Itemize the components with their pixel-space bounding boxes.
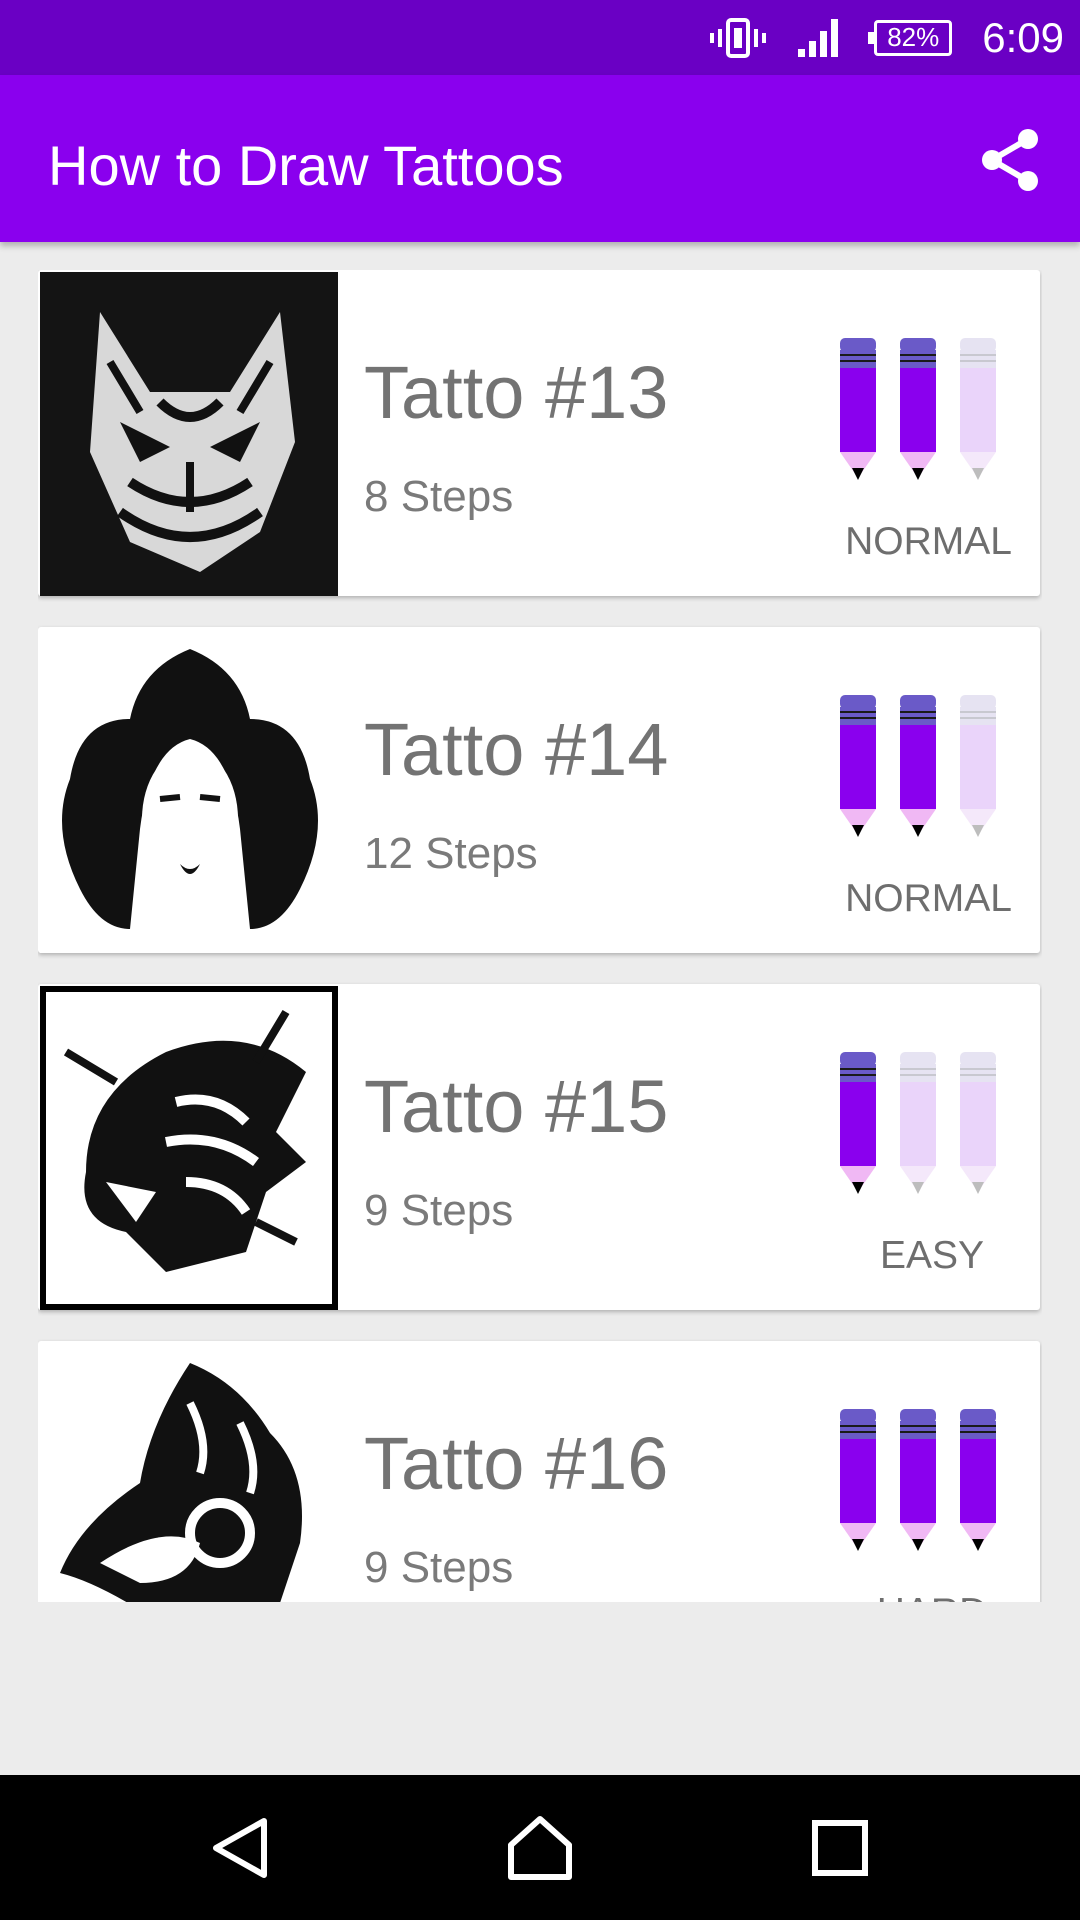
difficulty-pencils <box>840 1409 996 1551</box>
pencil-filled-icon <box>900 338 936 480</box>
difficulty-pencils <box>840 695 996 837</box>
difficulty-label: NORMAL <box>845 520 1012 563</box>
status-bar: 82% 6:09 <box>0 0 1080 75</box>
vibrate-icon <box>710 17 767 58</box>
app-bar: How to Draw Tattoos <box>0 75 1080 242</box>
horse-tattoo-thumbnail <box>40 1343 338 1602</box>
tattoo-title: Tatto #16 <box>364 1422 669 1505</box>
difficulty-pencils <box>840 1052 996 1194</box>
pencil-filled-icon <box>840 695 876 837</box>
tattoo-title: Tatto #14 <box>364 708 669 791</box>
tattoo-steps: 12 Steps <box>364 829 538 878</box>
navigation-bar <box>0 1775 1080 1920</box>
back-icon[interactable] <box>206 1813 276 1883</box>
tattoo-card[interactable]: Tatto #15 9 Steps EASY <box>38 984 1040 1310</box>
signal-icon <box>798 18 839 57</box>
pencil-filled-icon <box>960 1409 996 1551</box>
tattoo-steps: 9 Steps <box>364 1543 514 1592</box>
lion-tattoo-thumbnail <box>40 986 338 1310</box>
pencil-filled-icon <box>840 1409 876 1551</box>
woman-tattoo-thumbnail <box>40 629 338 953</box>
tattoo-list[interactable]: Tatto #13 8 Steps NORMAL Tatto #14 12 St… <box>38 270 1042 1602</box>
tattoo-steps: 8 Steps <box>364 472 514 521</box>
tattoo-steps: 9 Steps <box>364 1186 514 1235</box>
pencil-empty-icon <box>960 1052 996 1194</box>
tattoo-card[interactable]: Tatto #13 8 Steps NORMAL <box>38 270 1040 596</box>
difficulty-label: EASY <box>879 1234 985 1277</box>
tattoo-card[interactable]: Tatto #16 9 Steps HARD <box>38 1341 1040 1602</box>
difficulty-pencils <box>840 338 996 480</box>
share-icon[interactable] <box>978 127 1044 193</box>
wolf-tattoo-thumbnail <box>40 272 338 596</box>
app-title: How to Draw Tattoos <box>48 134 564 197</box>
status-time: 6:09 <box>982 13 1064 61</box>
pencil-filled-icon <box>900 695 936 837</box>
battery-icon: 82% <box>868 19 953 56</box>
tattoo-title: Tatto #13 <box>364 351 669 434</box>
status-icons: 82% 6:09 <box>710 0 1064 75</box>
pencil-empty-icon <box>960 338 996 480</box>
pencil-empty-icon <box>960 695 996 837</box>
pencil-filled-icon <box>900 1409 936 1551</box>
tattoo-title: Tatto #15 <box>364 1065 669 1148</box>
pencil-empty-icon <box>900 1052 936 1194</box>
tattoo-card[interactable]: Tatto #14 12 Steps NORMAL <box>38 627 1040 953</box>
pencil-filled-icon <box>840 338 876 480</box>
pencil-filled-icon <box>840 1052 876 1194</box>
recents-icon[interactable] <box>805 1813 875 1883</box>
difficulty-label: HARD <box>852 1591 1012 1602</box>
difficulty-label: NORMAL <box>845 877 1012 920</box>
home-icon[interactable] <box>505 1813 575 1883</box>
